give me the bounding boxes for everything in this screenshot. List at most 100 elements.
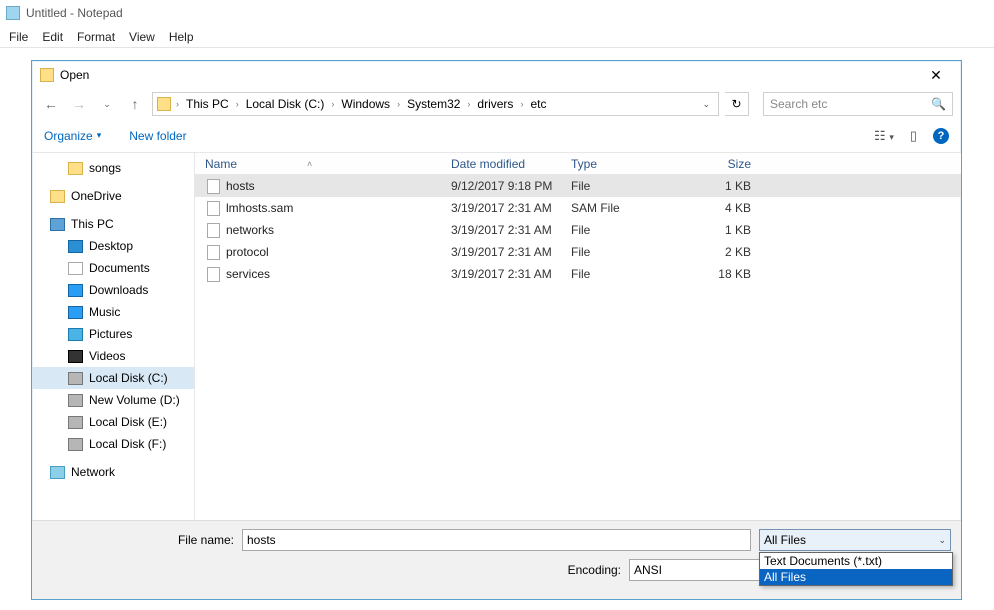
search-input[interactable]: Search etc 🔍 — [763, 92, 953, 116]
help-button[interactable]: ? — [933, 128, 949, 144]
tree-item[interactable]: Local Disk (E:) — [32, 411, 194, 433]
tree-item-label: This PC — [71, 217, 114, 231]
menu-help[interactable]: Help — [169, 30, 194, 44]
file-row[interactable]: services3/19/2017 2:31 AMFile18 KB — [195, 263, 961, 285]
chevron-right-icon[interactable]: › — [235, 99, 240, 109]
file-row[interactable]: hosts9/12/2017 9:18 PMFile1 KB — [195, 175, 961, 197]
tree-item[interactable]: New Volume (D:) — [32, 389, 194, 411]
tree-item[interactable]: Music — [32, 301, 194, 323]
chevron-right-icon[interactable]: › — [466, 99, 471, 109]
chevron-right-icon[interactable]: › — [396, 99, 401, 109]
file-date: 3/19/2017 2:31 AM — [451, 245, 571, 259]
tree-item-label: Desktop — [89, 239, 133, 253]
tree-item[interactable]: Desktop — [32, 235, 194, 257]
tree-item[interactable]: Network — [32, 461, 194, 483]
file-type: File — [571, 179, 691, 193]
column-headers[interactable]: Name ˄ Date modified Type Size — [195, 153, 961, 175]
file-icon — [207, 223, 220, 238]
net-icon — [50, 466, 65, 479]
file-pane: Name ˄ Date modified Type Size hosts9/12… — [195, 153, 961, 520]
close-button[interactable]: ✕ — [919, 67, 953, 84]
nav-tree[interactable]: songs OneDrive This PC Desktop DocumentsDown… — [32, 153, 195, 520]
file-name: services — [226, 267, 270, 281]
path-dropdown-icon[interactable]: ⌄ — [702, 99, 714, 110]
file-icon — [207, 179, 220, 194]
new-folder-button[interactable]: New folder — [129, 129, 186, 143]
doc-icon — [68, 262, 83, 275]
file-type: File — [571, 245, 691, 259]
pic-icon — [68, 328, 83, 341]
dl-icon — [68, 284, 83, 297]
file-name: protocol — [226, 245, 269, 259]
encoding-label: Encoding: — [42, 563, 629, 577]
filetype-option[interactable]: All Files — [760, 569, 952, 585]
col-date[interactable]: Date modified — [451, 157, 571, 171]
pc-icon — [50, 218, 65, 231]
tree-item-label: Network — [71, 465, 115, 479]
chevron-right-icon[interactable]: › — [175, 99, 180, 109]
crumb-this-pc[interactable]: This PC — [182, 97, 233, 111]
tree-item-label: OneDrive — [71, 189, 122, 203]
notepad-title-text: Untitled - Notepad — [26, 6, 123, 20]
refresh-button[interactable]: ↻ — [725, 92, 749, 116]
col-size[interactable]: Size — [691, 157, 761, 171]
filetype-combo[interactable]: All Files ⌄ Text Documents (*.txt)All Fi… — [759, 529, 951, 551]
view-mode-button[interactable]: ☷ ▾ — [874, 128, 894, 144]
tree-item[interactable]: Documents — [32, 257, 194, 279]
menu-view[interactable]: View — [129, 30, 155, 44]
tree-item[interactable]: OneDrive — [32, 185, 194, 207]
up-button[interactable]: ↑ — [124, 93, 146, 115]
file-row[interactable]: lmhosts.sam3/19/2017 2:31 AMSAM File4 KB — [195, 197, 961, 219]
crumb-c-drive[interactable]: Local Disk (C:) — [242, 97, 329, 111]
file-type: File — [571, 267, 691, 281]
back-button[interactable]: ← — [40, 93, 62, 115]
tree-item-label: Videos — [89, 349, 125, 363]
col-type[interactable]: Type — [571, 157, 691, 171]
filename-input[interactable] — [242, 529, 751, 551]
recent-dropdown[interactable]: ⌄ — [96, 93, 118, 115]
file-type: SAM File — [571, 201, 691, 215]
tree-item-label: Music — [89, 305, 120, 319]
tree-item[interactable]: Pictures — [32, 323, 194, 345]
dialog-titlebar[interactable]: Open ✕ — [32, 61, 961, 89]
file-list[interactable]: hosts9/12/2017 9:18 PMFile1 KBlmhosts.sa… — [195, 175, 961, 520]
organize-button[interactable]: Organize ▾ — [44, 129, 101, 143]
chevron-right-icon[interactable]: › — [519, 99, 524, 109]
crumb-windows[interactable]: Windows — [337, 97, 394, 111]
toolbar: Organize ▾ New folder ☷ ▾ ▯ ? — [32, 119, 961, 153]
open-dialog: Open ✕ ← → ⌄ ↑ › This PC › Local Disk (C… — [31, 60, 962, 600]
notepad-menu[interactable]: File Edit Format View Help — [0, 26, 994, 48]
vid-icon — [68, 350, 83, 363]
crumb-system32[interactable]: System32 — [403, 97, 464, 111]
file-icon — [207, 245, 220, 260]
drv-icon — [68, 372, 83, 385]
filetype-popup[interactable]: Text Documents (*.txt)All Files — [759, 552, 953, 586]
tree-item[interactable]: Videos — [32, 345, 194, 367]
file-row[interactable]: protocol3/19/2017 2:31 AMFile2 KB — [195, 241, 961, 263]
menu-edit[interactable]: Edit — [42, 30, 63, 44]
filename-label: File name: — [42, 533, 242, 547]
folder-icon — [157, 97, 171, 111]
crumb-etc[interactable]: etc — [526, 97, 550, 111]
menu-file[interactable]: File — [9, 30, 28, 44]
tree-item[interactable]: This PC — [32, 213, 194, 235]
drv-icon — [68, 416, 83, 429]
tree-item[interactable]: Local Disk (C:) — [32, 367, 194, 389]
chevron-right-icon[interactable]: › — [330, 99, 335, 109]
col-name[interactable]: Name ˄ — [195, 157, 451, 171]
folder-icon — [40, 68, 54, 82]
crumb-drivers[interactable]: drivers — [473, 97, 517, 111]
tree-item[interactable]: Downloads — [32, 279, 194, 301]
filetype-option[interactable]: Text Documents (*.txt) — [760, 553, 952, 569]
tree-item[interactable]: Local Disk (F:) — [32, 433, 194, 455]
forward-button: → — [68, 93, 90, 115]
file-row[interactable]: networks3/19/2017 2:31 AMFile1 KB — [195, 219, 961, 241]
notepad-icon — [6, 6, 20, 20]
menu-format[interactable]: Format — [77, 30, 115, 44]
breadcrumb[interactable]: › This PC › Local Disk (C:) › Windows › … — [152, 92, 719, 116]
file-size: 1 KB — [691, 179, 761, 193]
file-date: 9/12/2017 9:18 PM — [451, 179, 571, 193]
preview-pane-button[interactable]: ▯ — [910, 128, 917, 144]
tree-item-label: Local Disk (F:) — [89, 437, 166, 451]
tree-item[interactable]: songs — [32, 157, 194, 179]
